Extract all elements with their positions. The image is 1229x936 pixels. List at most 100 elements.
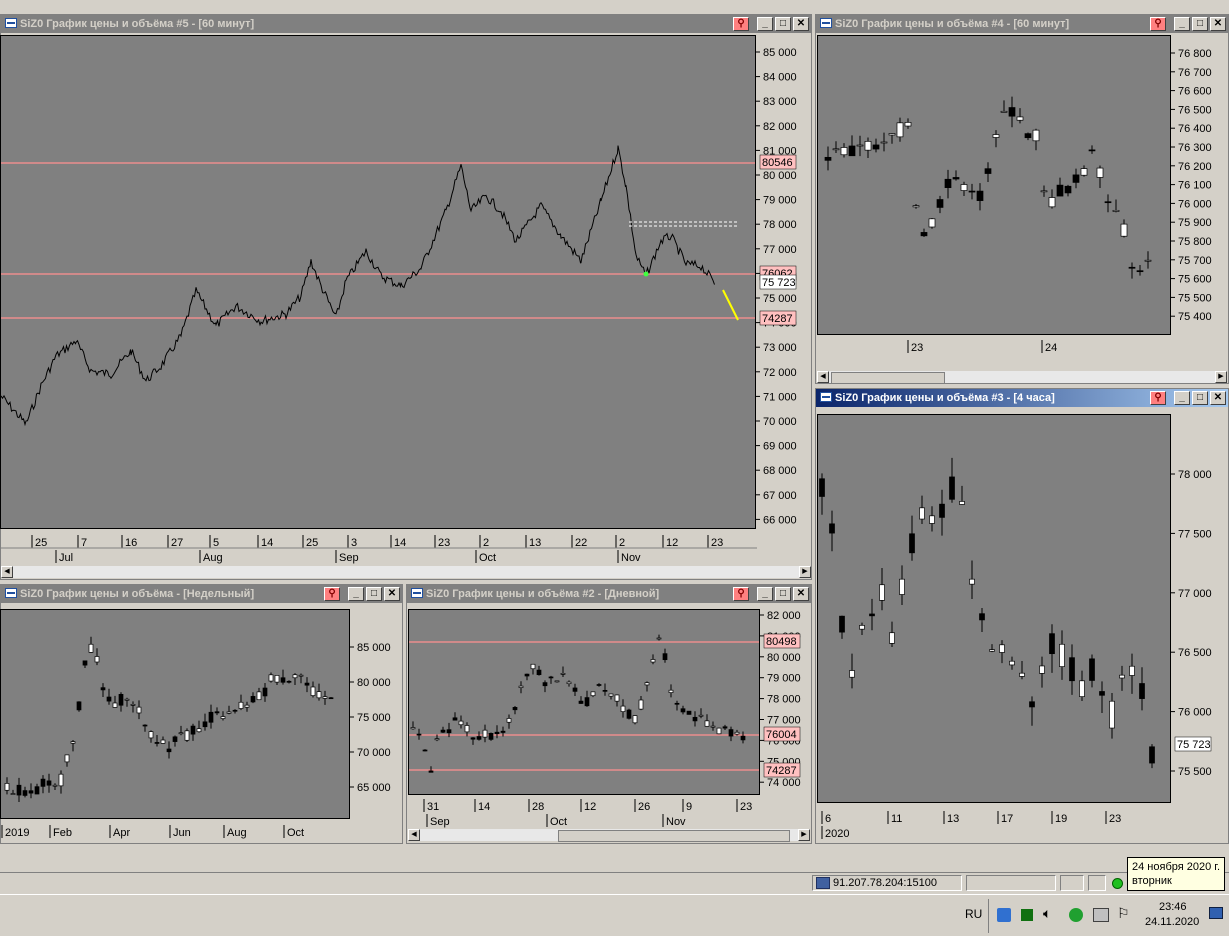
candle-body: [94, 656, 100, 663]
language-indicator[interactable]: RU: [965, 907, 982, 921]
chart-window-weekly[interactable]: SiZ0 График цены и объёма - [Недельный] …: [0, 584, 403, 844]
price-plot-3[interactable]: [817, 414, 1171, 803]
maximize-button[interactable]: □: [1192, 17, 1208, 31]
candle-body: [1149, 746, 1155, 764]
price-plot-5[interactable]: [0, 35, 756, 529]
chart-window-3[interactable]: SiZ0 График цены и объёма #3 - [4 часа] …: [815, 388, 1229, 844]
candle-body: [864, 140, 872, 151]
candle-body: [949, 476, 955, 500]
y-tick-label: 77 000: [1178, 588, 1212, 600]
candle-body: [262, 687, 268, 697]
candle-body: [178, 732, 184, 735]
candle-body: [869, 613, 875, 617]
scroll-right-icon[interactable]: ▶: [1215, 371, 1227, 383]
candle-body: [244, 704, 250, 708]
price-plot-2[interactable]: [408, 609, 760, 795]
security-shield-icon[interactable]: [1069, 908, 1083, 922]
y-tick-label: 85 000: [357, 642, 391, 654]
candle-body: [620, 705, 626, 712]
chart-window-icon: [5, 588, 17, 598]
price-plot-weekly[interactable]: [0, 609, 350, 819]
maximize-button[interactable]: □: [366, 587, 382, 601]
close-button[interactable]: ✕: [1210, 391, 1226, 405]
link-icon[interactable]: ⚲: [324, 587, 340, 601]
link-icon[interactable]: ⚲: [1150, 17, 1166, 31]
horizontal-scrollbar-5[interactable]: ◀ ▶: [1, 566, 811, 578]
candle-body: [458, 720, 464, 726]
candle-body: [572, 687, 578, 692]
scroll-thumb[interactable]: [831, 372, 945, 384]
scroll-right-icon[interactable]: ▶: [799, 566, 811, 578]
window-3-title: SiZ0 График цены и объёма #3 - [4 часа]: [835, 392, 1055, 404]
y-tick-label: 76 600: [1178, 86, 1212, 98]
scroll-left-icon[interactable]: ◀: [408, 829, 420, 841]
y-tick-label: 84 000: [763, 72, 797, 84]
window-weekly-title: SiZ0 График цены и объёма - [Недельный]: [20, 588, 255, 600]
chart-window-2[interactable]: SiZ0 График цены и объёма #2 - [Дневной]…: [406, 584, 812, 844]
candle-body: [1049, 633, 1055, 655]
x-month-label: Sep: [339, 552, 359, 564]
candle-body: [548, 676, 554, 679]
horizontal-scrollbar-2[interactable]: ◀ ▶: [408, 829, 810, 842]
candle-body: [560, 673, 566, 675]
scroll-right-icon[interactable]: ▶: [798, 829, 810, 841]
maximize-button[interactable]: □: [775, 587, 791, 601]
candle-body: [130, 704, 136, 706]
candle-body: [698, 714, 704, 717]
y-tick-label: 68 000: [763, 465, 797, 477]
x-day-label: 7: [81, 537, 87, 549]
minimize-button[interactable]: _: [1174, 391, 1190, 405]
terminal-tray-icon[interactable]: [1021, 909, 1033, 921]
chart-window-4[interactable]: SiZ0 График цены и объёма #4 - [60 минут…: [815, 14, 1229, 384]
scroll-left-icon[interactable]: ◀: [817, 371, 829, 383]
candle-body: [1048, 197, 1056, 208]
scroll-left-icon[interactable]: ◀: [1, 566, 13, 578]
close-button[interactable]: ✕: [793, 17, 809, 31]
network-icon[interactable]: [1093, 908, 1109, 922]
candle-body: [632, 715, 638, 724]
x-day-label: 5: [213, 537, 219, 549]
x-day-label: 19: [1055, 813, 1067, 825]
chart-window-5[interactable]: SiZ0 График цены и объёма #5 - [60 минут…: [0, 14, 812, 580]
x-month-label: 2020: [825, 828, 849, 840]
y-tick-label: 80 000: [357, 677, 391, 689]
scroll-thumb[interactable]: [558, 830, 790, 842]
x-axis-weekly: 2019 Feb Apr Jun Aug Oct: [1, 825, 304, 839]
maximize-button[interactable]: □: [775, 17, 791, 31]
window-4-titlebar[interactable]: SiZ0 График цены и объёма #4 - [60 минут…: [816, 15, 1228, 33]
y-tick-label: 76 300: [1178, 142, 1212, 154]
candle-body: [268, 674, 274, 682]
y-tick-label: 76 800: [1178, 48, 1212, 60]
window-5-titlebar[interactable]: SiZ0 График цены и объёма #5 - [60 минут…: [1, 15, 811, 33]
candle-body: [880, 141, 888, 144]
minimize-button[interactable]: _: [1174, 17, 1190, 31]
status-panel: [1088, 875, 1106, 891]
clock-date[interactable]: 24.11.2020: [1145, 916, 1199, 928]
candle-body: [1080, 168, 1088, 176]
price-plot-4[interactable]: [817, 35, 1171, 335]
horizontal-scrollbar-4[interactable]: ◀ ▶: [817, 371, 1227, 384]
candle-body: [226, 711, 232, 714]
minimize-button[interactable]: _: [757, 587, 773, 601]
candle-body: [909, 533, 915, 554]
candle-body: [446, 729, 452, 734]
window-weekly-titlebar[interactable]: SiZ0 График цены и объёма - [Недельный] …: [1, 585, 402, 603]
maximize-button[interactable]: □: [1192, 391, 1208, 405]
app-tray-icon[interactable]: [997, 908, 1011, 922]
link-icon[interactable]: ⚲: [733, 17, 749, 31]
volume-icon[interactable]: 🔈︎: [1043, 905, 1051, 922]
close-button[interactable]: ✕: [1210, 17, 1226, 31]
link-icon[interactable]: ⚲: [1150, 391, 1166, 405]
window-2-titlebar[interactable]: SiZ0 График цены и объёма #2 - [Дневной]…: [407, 585, 811, 603]
show-desktop-icon[interactable]: [1209, 907, 1223, 919]
minimize-button[interactable]: _: [348, 587, 364, 601]
clock-time[interactable]: 23:46: [1159, 901, 1187, 913]
close-button[interactable]: ✕: [384, 587, 400, 601]
link-icon[interactable]: ⚲: [733, 587, 749, 601]
window-3-titlebar[interactable]: SiZ0 График цены и объёма #3 - [4 часа] …: [816, 389, 1228, 407]
candle-body: [124, 698, 130, 701]
action-center-flag-icon[interactable]: ⚐: [1117, 905, 1130, 922]
candle-body: [434, 738, 440, 741]
minimize-button[interactable]: _: [757, 17, 773, 31]
close-button[interactable]: ✕: [793, 587, 809, 601]
